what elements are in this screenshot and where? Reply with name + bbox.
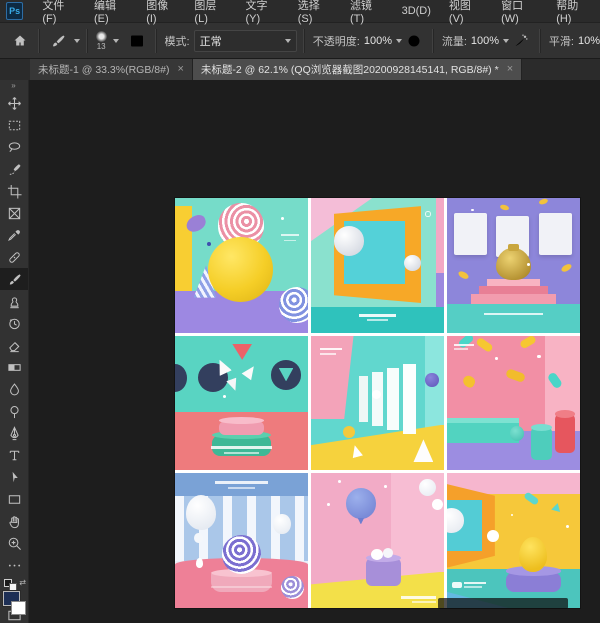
chevron-down-icon[interactable] xyxy=(74,39,80,43)
divider xyxy=(38,29,40,53)
brush-preset-icon[interactable] xyxy=(46,33,70,49)
menu-item-view[interactable]: 视图(V) xyxy=(440,0,492,22)
swap-colors-icon[interactable]: ⇄ xyxy=(19,579,26,587)
menu-item-layer[interactable]: 图层(L) xyxy=(185,0,236,22)
mode-select[interactable]: 正常 xyxy=(194,30,297,52)
poster-image xyxy=(175,198,580,608)
menu-item-file[interactable]: 文件(F) xyxy=(33,0,85,22)
path-selection-tool[interactable] xyxy=(0,466,28,488)
menu-bar: Ps 文件(F)编辑(E)图像(I)图层(L)文字(Y)选择(S)滤镜(T)3D… xyxy=(0,0,600,23)
poster-cell-balls-teal xyxy=(175,198,308,333)
tab-bar: 未标题-1 @ 33.3%(RGB/8#) × 未标题-2 @ 62.1% (QQ浏… xyxy=(0,58,600,80)
toggle-brush-panel-icon[interactable] xyxy=(125,33,149,49)
edit-toolbar-button[interactable] xyxy=(0,554,28,576)
poster-cell-rotunda-striped-ball xyxy=(175,473,308,608)
close-tab-icon[interactable]: × xyxy=(507,63,513,75)
brush-tip-icon xyxy=(96,31,107,42)
color-swatches: ⇄ xyxy=(0,579,28,593)
tool-list xyxy=(0,92,28,576)
menu-item-window[interactable]: 窗口(W) xyxy=(492,0,547,22)
home-icon[interactable] xyxy=(8,33,32,49)
toolbar: » ⇄ xyxy=(0,80,29,623)
document-tab-2[interactable]: 未标题-2 @ 62.1% (QQ浏览器截图20200928145141, RG… xyxy=(193,58,522,80)
mode-label: 模式: xyxy=(165,33,190,49)
watermark-smudge xyxy=(438,598,568,609)
divider xyxy=(86,29,88,53)
chevron-down-icon[interactable] xyxy=(113,39,119,43)
eraser-tool[interactable] xyxy=(0,334,28,356)
flow-label: 流量: xyxy=(442,33,467,49)
type-tool[interactable] xyxy=(0,444,28,466)
frame-tool[interactable] xyxy=(0,202,28,224)
gradient-tool[interactable] xyxy=(0,356,28,378)
tab-label: 未标题-1 @ 33.3%(RGB/8#) xyxy=(38,62,169,77)
tab-label: 未标题-2 @ 62.1% (QQ浏览器截图20200928145141, RG… xyxy=(201,62,499,77)
history-brush-tool[interactable] xyxy=(0,312,28,334)
airbrush-icon[interactable] xyxy=(509,33,533,49)
eyedropper-tool[interactable] xyxy=(0,224,28,246)
options-bar: 13 模式: 正常 不透明度: 100% 流量: 100% 平滑: 10% xyxy=(0,22,600,59)
poster-cell-cylinders-pink xyxy=(447,336,580,471)
brush-tool[interactable] xyxy=(0,268,28,290)
divider xyxy=(155,29,157,53)
quick-selection-tool[interactable] xyxy=(0,158,28,180)
canvas-area[interactable] xyxy=(28,80,600,623)
lasso-tool[interactable] xyxy=(0,136,28,158)
blur-tool[interactable] xyxy=(0,378,28,400)
background-color-swatch[interactable] xyxy=(11,601,26,615)
menu-item-edit[interactable]: 编辑(E) xyxy=(85,0,137,22)
crop-tool[interactable] xyxy=(0,180,28,202)
poster-cell-corridor xyxy=(311,336,444,471)
poster-cell-balloon-cup xyxy=(311,473,444,608)
default-colors-icon[interactable] xyxy=(9,583,17,591)
smoothing-value[interactable]: 10% xyxy=(578,35,600,47)
opacity-value[interactable]: 100% xyxy=(364,35,392,47)
brush-size-value: 13 xyxy=(97,43,106,51)
mode-value: 正常 xyxy=(200,33,222,49)
smoothing-label: 平滑: xyxy=(549,33,574,49)
menu-item-help[interactable]: 帮助(H) xyxy=(547,0,600,22)
menu-items: 文件(F)编辑(E)图像(I)图层(L)文字(Y)选择(S)滤镜(T)3D(D)… xyxy=(33,0,600,22)
menu-item-type[interactable]: 文字(Y) xyxy=(237,0,289,22)
hand-tool[interactable] xyxy=(0,510,28,532)
document-tab-1[interactable]: 未标题-1 @ 33.3%(RGB/8#) × xyxy=(30,58,193,80)
divider xyxy=(303,29,305,53)
move-tool[interactable] xyxy=(0,92,28,114)
menu-item-select[interactable]: 选择(S) xyxy=(289,0,341,22)
photoshop-logo: Ps xyxy=(6,2,23,20)
close-tab-icon[interactable]: × xyxy=(177,63,183,75)
healing-brush-tool[interactable] xyxy=(0,246,28,268)
menu-item-image[interactable]: 图像(I) xyxy=(137,0,185,22)
collapse-toolbar-button[interactable]: » xyxy=(11,80,16,92)
poster-cell-frame-mint xyxy=(311,198,444,333)
document-tabs: 未标题-1 @ 33.3%(RGB/8#) × 未标题-2 @ 62.1% (QQ浏… xyxy=(30,58,522,80)
poster-cell-podium-coral xyxy=(175,336,308,471)
divider xyxy=(432,29,434,53)
divider xyxy=(539,29,541,53)
clone-stamp-tool[interactable] xyxy=(0,290,28,312)
menu-item-filter[interactable]: 滤镜(T) xyxy=(341,0,393,22)
flow-value[interactable]: 100% xyxy=(471,35,499,47)
dodge-tool[interactable] xyxy=(0,400,28,422)
poster-cell-moneybag-purple xyxy=(447,198,580,333)
opacity-label: 不透明度: xyxy=(313,33,360,49)
rectangle-tool[interactable] xyxy=(0,488,28,510)
zoom-tool[interactable] xyxy=(0,532,28,554)
chevron-down-icon xyxy=(285,39,291,43)
menu-item-3d[interactable]: 3D(D) xyxy=(393,0,440,22)
pen-tool[interactable] xyxy=(0,422,28,444)
pressure-opacity-icon[interactable] xyxy=(402,33,426,49)
marquee-tool[interactable] xyxy=(0,114,28,136)
brush-size-preview[interactable]: 13 xyxy=(94,31,109,51)
poster-cell-egg-yellow xyxy=(447,473,580,608)
